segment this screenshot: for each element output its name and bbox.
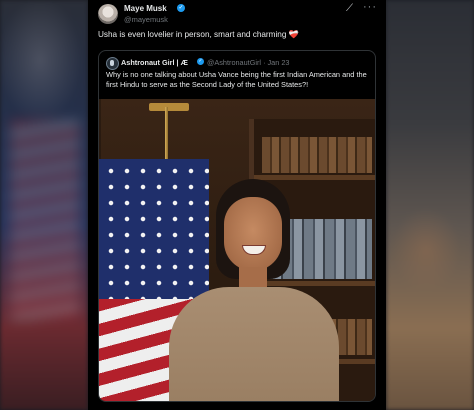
quote-avatar[interactable] (106, 57, 119, 70)
quote-text: Why is no one talking about Usha Vance b… (106, 70, 367, 89)
backdrop-right (386, 0, 474, 410)
quote-author-name[interactable]: Ashtronaut Girl | Æ (121, 58, 188, 67)
avatar[interactable] (98, 4, 118, 24)
heart-emoji: ❤️‍🩹 (288, 30, 299, 39)
verified-badge-icon: ✓ (177, 4, 185, 12)
backdrop-left (0, 0, 88, 410)
post-header: Maye Musk ✓ @mayemusk ⟋ ··· (98, 1, 378, 26)
portrait-subject (169, 179, 339, 401)
post-text: Usha is even lovelier in person, smart a… (98, 30, 378, 40)
face (224, 197, 282, 271)
grok-icon[interactable]: ⟋ (346, 3, 353, 14)
flag-finial (149, 103, 189, 111)
post-text-body: Usha is even lovelier in person, smart a… (98, 30, 287, 39)
more-icon[interactable]: ··· (363, 1, 377, 13)
author-name[interactable]: Maye Musk (124, 4, 167, 13)
post-card[interactable]: Maye Musk ✓ @mayemusk ⟋ ··· Usha is even… (88, 0, 386, 410)
quote-author-handle[interactable]: @AshtronautGirl · Jan 23 (207, 58, 289, 67)
dress (169, 287, 339, 401)
author-handle[interactable]: @mayemusk (124, 15, 168, 24)
books-row (262, 137, 372, 173)
quoted-tweet[interactable]: Ashtronaut Girl | Æ ✓ @AshtronautGirl · … (98, 50, 376, 402)
quote-photo[interactable] (99, 99, 375, 401)
quote-verified-badge-icon: ✓ (197, 58, 204, 65)
